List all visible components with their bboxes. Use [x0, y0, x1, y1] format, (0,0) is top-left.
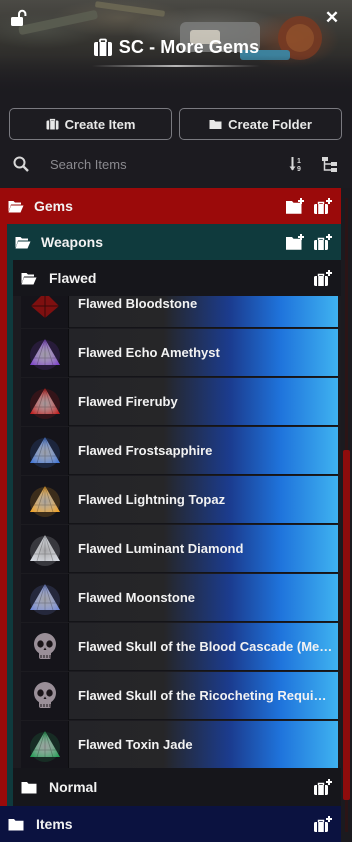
window-title: SC - More Gems: [0, 34, 352, 60]
item-name: Flawed Bloodstone: [78, 296, 198, 311]
folder-icon: [209, 120, 222, 129]
item-name: Flawed Frostsapphire: [78, 443, 213, 458]
topaz-gem-icon: [29, 485, 60, 517]
item-name: Flawed Echo Amethyst: [78, 345, 220, 360]
item-row[interactable]: Flawed Luminant Diamond: [21, 524, 338, 573]
add-item-icon[interactable]: [313, 778, 333, 796]
folder-actions: [313, 806, 333, 842]
briefcase-icon: [93, 38, 112, 56]
sort-icon[interactable]: 1 9: [289, 156, 305, 172]
add-folder-icon[interactable]: [285, 233, 305, 251]
folder-actions: [313, 260, 333, 296]
bloodstone-gem-icon: [30, 296, 59, 318]
folder-actions: [285, 224, 333, 260]
item-row[interactable]: Flawed Toxin Jade: [21, 720, 338, 768]
header-banner: ✕ SC - More Gems: [0, 0, 352, 95]
item-thumbnail: [21, 573, 69, 622]
search-icon: [13, 156, 29, 172]
ruby-gem-icon: [29, 387, 60, 419]
gems-indent-rail: [0, 224, 7, 806]
create-folder-label: Create Folder: [228, 116, 312, 132]
item-row[interactable]: Flawed Skull of the Blood Cascade (Melee…: [21, 622, 338, 671]
item-row[interactable]: Flawed Bloodstone: [21, 296, 338, 328]
create-folder-button[interactable]: Create Folder: [179, 108, 342, 140]
skull-icon: [33, 632, 56, 659]
folder-row-flawed[interactable]: Flawed: [13, 260, 341, 296]
add-item-icon[interactable]: [313, 815, 333, 833]
item-thumbnail: [21, 328, 69, 377]
folder-label-gems: Gems: [34, 198, 73, 214]
item-row[interactable]: Flawed Moonstone: [21, 573, 338, 622]
item-name: Flawed Luminant Diamond: [78, 541, 244, 556]
item-row[interactable]: Flawed Echo Amethyst: [21, 328, 338, 377]
sapphire-gem-icon: [29, 436, 60, 468]
item-row[interactable]: Flawed Skull of the Ricocheting Requiem …: [21, 671, 338, 720]
jade-gem-icon: [29, 730, 60, 762]
item-name: Flawed Fireruby: [78, 394, 178, 409]
item-name: Flawed Lightning Topaz: [78, 492, 226, 507]
create-item-label: Create Item: [64, 116, 136, 132]
item-row[interactable]: Flawed Lightning Topaz: [21, 475, 338, 524]
folder-actions: [285, 188, 333, 224]
unlock-icon[interactable]: [9, 9, 27, 27]
folder-open-icon: [15, 236, 31, 248]
svg-text:1: 1: [297, 158, 301, 165]
add-item-icon[interactable]: [313, 197, 333, 215]
item-thumbnail: [21, 475, 69, 524]
svg-text:9: 9: [297, 166, 301, 172]
item-thumbnail: [21, 377, 69, 426]
add-item-icon[interactable]: [313, 233, 333, 251]
add-folder-icon[interactable]: [285, 197, 305, 215]
item-name: Flawed Skull of the Ricocheting Requiem …: [78, 688, 333, 703]
item-name: Flawed Moonstone: [78, 590, 195, 605]
folder-label-normal: Normal: [49, 779, 98, 795]
skull-icon: [33, 681, 56, 708]
item-thumbnail: [21, 622, 69, 671]
tree-view-icon[interactable]: [321, 156, 338, 172]
folder-row-items[interactable]: Items: [0, 806, 341, 842]
item-thumbnail: [21, 671, 69, 720]
folder-open-icon: [21, 272, 37, 284]
item-thumbnail: [21, 296, 69, 328]
item-tree: Gems Weapons Flawed Flawed Bloodstone Fl…: [0, 188, 352, 842]
folder-closed-icon: [21, 781, 37, 793]
title-divider: [92, 65, 260, 67]
add-item-icon[interactable]: [313, 269, 333, 287]
title-text: SC - More Gems: [118, 36, 260, 57]
folder-label-flawed: Flawed: [49, 270, 97, 286]
folder-closed-icon: [8, 818, 24, 830]
folder-label-weapons: Weapons: [41, 234, 103, 250]
search-bar: 1 9: [0, 150, 352, 178]
briefcase-icon: [46, 118, 59, 130]
item-list: Flawed Bloodstone Flawed Echo Amethyst Fla…: [21, 296, 338, 768]
close-icon[interactable]: ✕: [324, 9, 340, 27]
item-name: Flawed Toxin Jade: [78, 737, 193, 752]
folder-open-icon: [8, 200, 24, 212]
tree-scrollbar[interactable]: [341, 188, 352, 842]
create-item-button[interactable]: Create Item: [9, 108, 172, 140]
item-thumbnail: [21, 720, 69, 768]
amethyst-gem-icon: [29, 338, 60, 370]
moonstone-gem-icon: [29, 583, 60, 615]
folder-actions: [313, 768, 333, 806]
item-row[interactable]: Flawed Frostsapphire: [21, 426, 338, 475]
item-name: Flawed Skull of the Blood Cascade (Melee…: [78, 639, 333, 654]
weapons-indent-rail: [7, 260, 13, 806]
item-thumbnail: [21, 426, 69, 475]
diamond-gem-icon: [29, 534, 60, 566]
item-thumbnail: [21, 524, 69, 573]
folder-row-gems[interactable]: Gems: [0, 188, 341, 224]
scrollbar-thumb[interactable]: [343, 450, 350, 800]
folder-label-items: Items: [36, 816, 73, 832]
search-input[interactable]: [40, 152, 270, 176]
folder-row-weapons[interactable]: Weapons: [7, 224, 341, 260]
item-row[interactable]: Flawed Fireruby: [21, 377, 338, 426]
folder-row-normal[interactable]: Normal: [13, 768, 341, 806]
